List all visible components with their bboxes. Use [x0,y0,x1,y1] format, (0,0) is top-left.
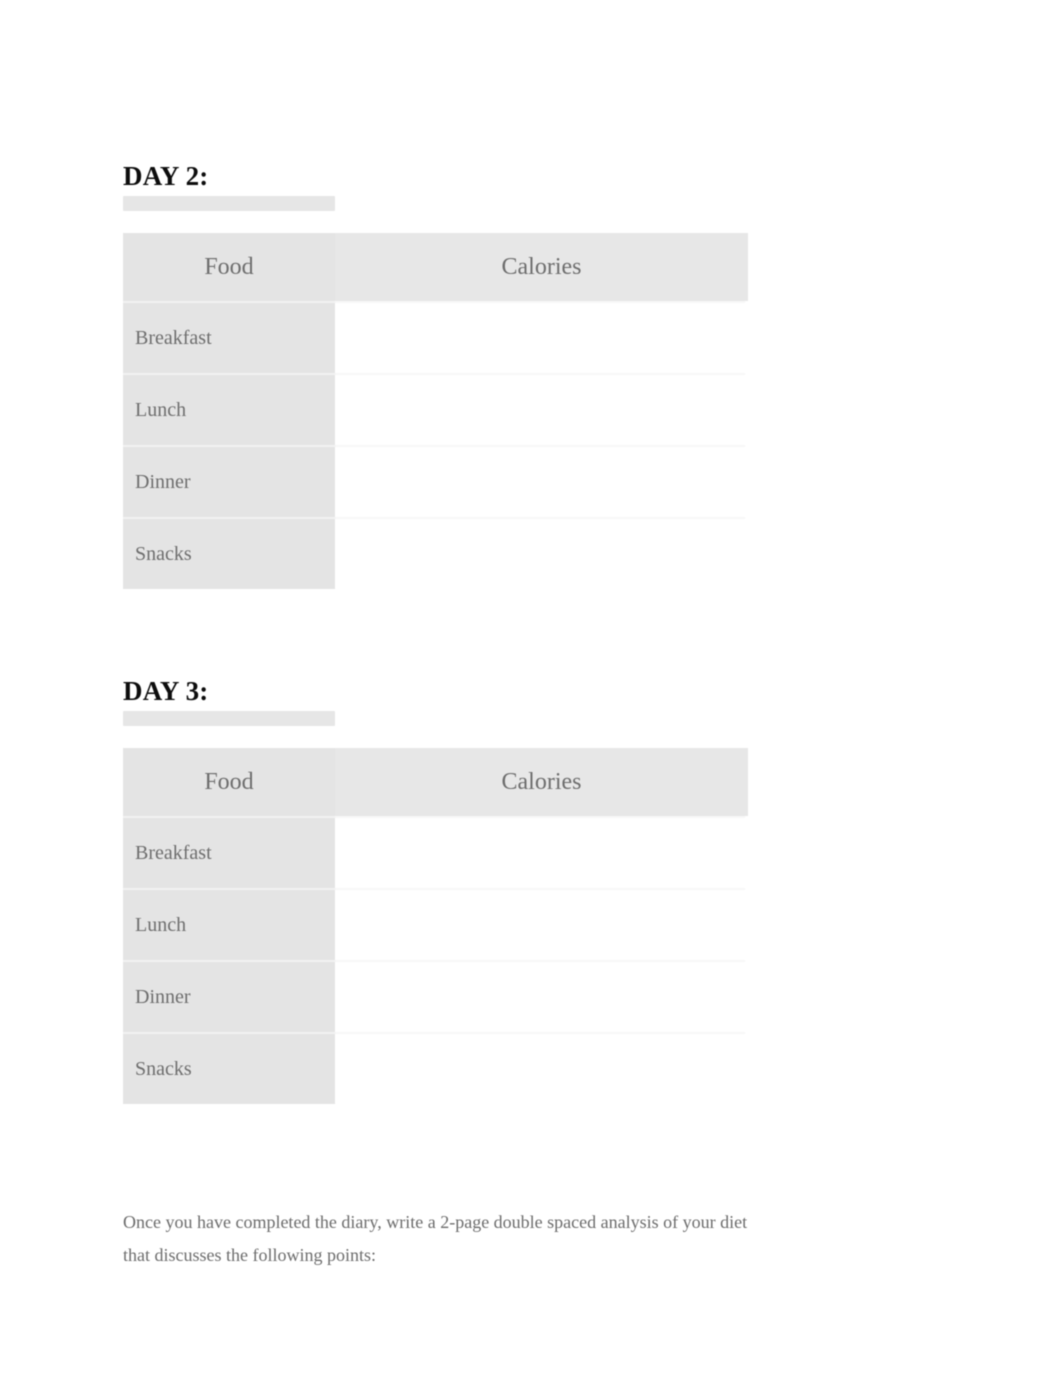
table-top-gap [123,211,335,233]
day-3-table-body: Breakfast Lunch Dinner Snacks [123,816,751,1104]
table-row: Dinner [123,445,751,518]
day-3-heading: DAY 3: [123,676,209,706]
closing-paragraph: Once you have completed the diary, write… [123,1212,748,1265]
column-header-calories: Calories [335,233,748,302]
day-3-table-wrapper: Food Calories Breakfast Lunch Dinner Sna… [123,711,751,1104]
table-top-gap [123,726,335,748]
meal-label-dinner: Dinner [123,445,335,518]
table-row: Breakfast [123,301,751,374]
calories-input-snacks[interactable] [335,517,751,589]
calories-input-lunch[interactable] [335,888,751,961]
day-3-table-head: Food Calories [123,748,748,817]
meal-label-lunch: Lunch [123,888,335,961]
document-page: DAY 2: Food Calories Breakfast Lunch Din… [0,0,1062,1376]
day-2-heading: DAY 2: [123,161,209,191]
table-top-strip [123,196,335,211]
calories-input-snacks[interactable] [335,1032,751,1104]
day-2-table-body: Breakfast Lunch Dinner Snacks [123,301,751,589]
table-row: Lunch [123,373,751,446]
calories-input-breakfast[interactable] [335,816,751,889]
column-header-food: Food [123,233,335,302]
day-2-section: DAY 2: Food Calories Breakfast Lunch Din… [123,160,751,589]
table-row: Snacks [123,1032,751,1104]
table-header-row: Food Calories [123,233,748,302]
day-2-table-head: Food Calories [123,233,748,302]
day-3-section: DAY 3: Food Calories Breakfast Lunch Din… [123,675,751,1104]
table-header-row: Food Calories [123,748,748,817]
meal-label-breakfast: Breakfast [123,301,335,374]
meal-label-snacks: Snacks [123,517,335,589]
meal-label-breakfast: Breakfast [123,816,335,889]
table-row: Dinner [123,960,751,1033]
table-top-strip [123,711,335,726]
column-header-calories: Calories [335,748,748,817]
calories-input-dinner[interactable] [335,445,751,518]
table-row: Snacks [123,517,751,589]
column-header-food: Food [123,748,335,817]
day-2-food-diary-table: Food Calories Breakfast Lunch Dinner Sna… [123,233,751,589]
day-3-food-diary-table: Food Calories Breakfast Lunch Dinner Sna… [123,748,751,1104]
calories-input-dinner[interactable] [335,960,751,1033]
closing-paragraph-block: Once you have completed the diary, write… [123,1160,763,1290]
calories-input-breakfast[interactable] [335,301,751,374]
meal-label-dinner: Dinner [123,960,335,1033]
table-row: Lunch [123,888,751,961]
meal-label-lunch: Lunch [123,373,335,446]
table-row: Breakfast [123,816,751,889]
calories-input-lunch[interactable] [335,373,751,446]
day-2-table-wrapper: Food Calories Breakfast Lunch Dinner Sna… [123,196,751,589]
meal-label-snacks: Snacks [123,1032,335,1104]
